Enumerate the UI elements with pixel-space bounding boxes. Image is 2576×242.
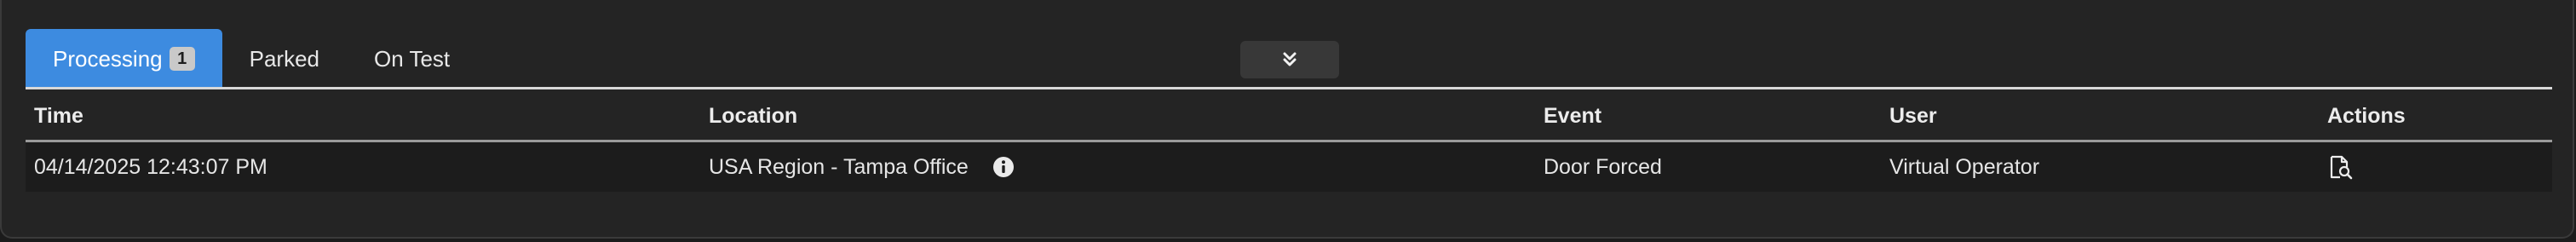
alarm-table: Time Location Event User Actions 04/14/2… bbox=[26, 92, 2552, 192]
column-header-user[interactable]: User bbox=[1889, 92, 1937, 140]
tab-processing[interactable]: Processing 1 bbox=[26, 29, 222, 89]
cell-location: USA Region - Tampa Office bbox=[709, 142, 1015, 192]
info-icon[interactable] bbox=[992, 156, 1015, 178]
tab-parked[interactable]: Parked bbox=[222, 29, 347, 89]
tab-on-test-label: On Test bbox=[374, 45, 451, 72]
tab-on-test[interactable]: On Test bbox=[347, 29, 477, 89]
column-header-event[interactable]: Event bbox=[1544, 92, 1601, 140]
column-header-actions: Actions bbox=[2327, 103, 2406, 128]
cell-time: 04/14/2025 12:43:07 PM bbox=[34, 154, 267, 179]
column-header-location[interactable]: Location bbox=[709, 92, 797, 140]
table-row[interactable]: 04/14/2025 12:43:07 PM USA Region - Tamp… bbox=[26, 142, 2552, 192]
tab-parked-label: Parked bbox=[249, 45, 320, 72]
collapse-toggle-button[interactable] bbox=[1240, 41, 1339, 78]
cell-location-text: USA Region - Tampa Office bbox=[709, 154, 969, 179]
alarm-panel: Processing 1 Parked On Test Time Locatio… bbox=[0, 0, 2574, 239]
cell-actions bbox=[2327, 142, 2353, 192]
view-document-icon[interactable] bbox=[2327, 154, 2353, 180]
column-header-time[interactable]: Time bbox=[34, 92, 83, 140]
cell-user: Virtual Operator bbox=[1889, 154, 2040, 179]
tabs-divider bbox=[26, 87, 2552, 89]
tab-processing-count-badge: 1 bbox=[169, 47, 195, 71]
cell-event: Door Forced bbox=[1544, 154, 1662, 179]
tab-processing-label: Processing bbox=[53, 45, 163, 72]
table-header: Time Location Event User Actions bbox=[26, 92, 2552, 142]
double-chevron-down-icon bbox=[1283, 52, 1297, 66]
tab-bar: Processing 1 Parked On Test bbox=[26, 29, 477, 89]
